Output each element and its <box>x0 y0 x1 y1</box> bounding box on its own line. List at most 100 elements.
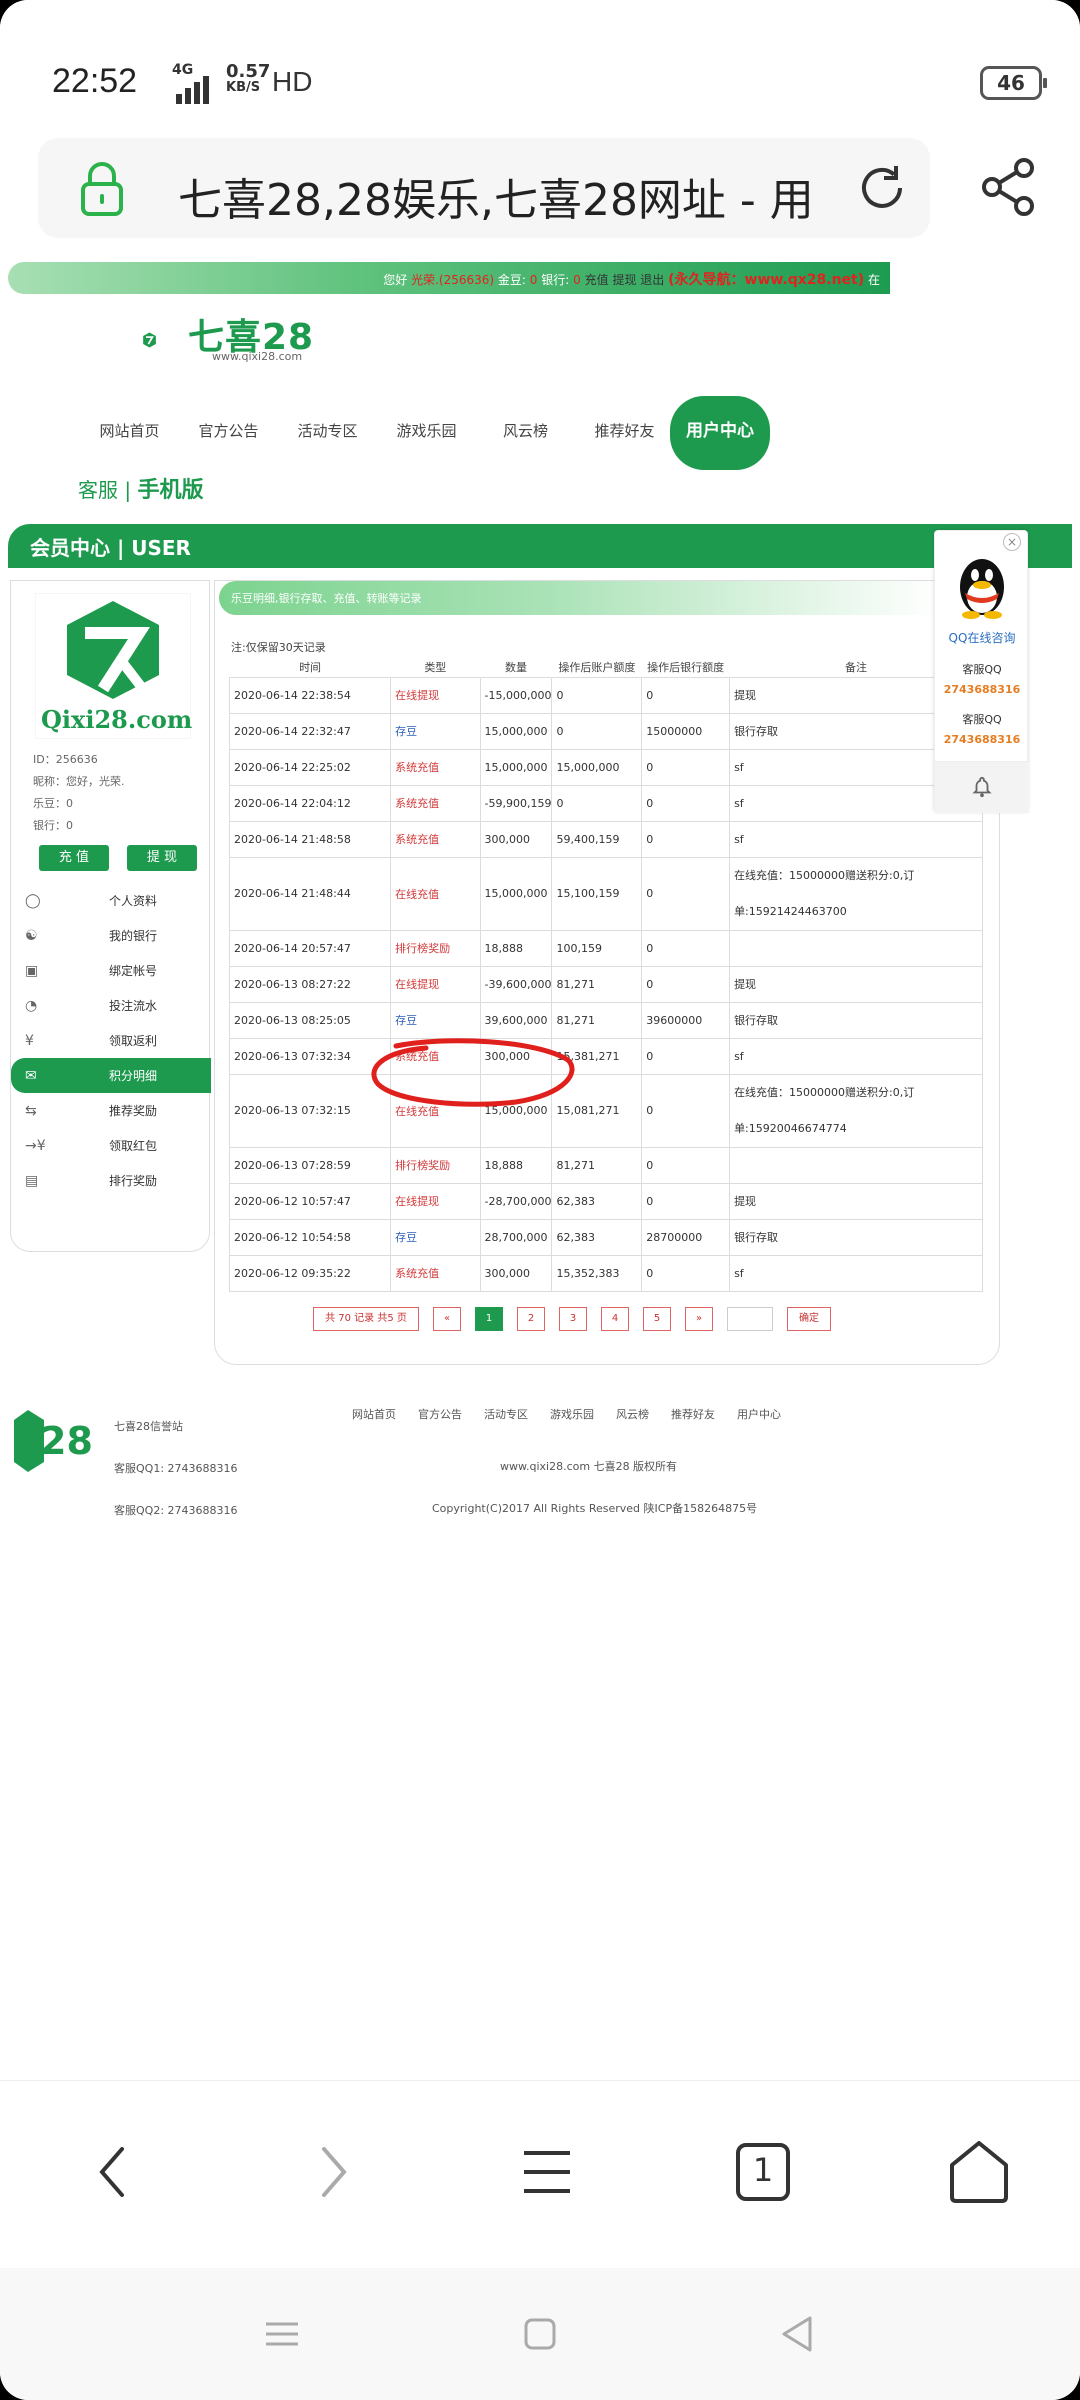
sidebar-menu: ◯ 个人资料 ☯ 我的银行 ▣ 绑定帐号 ◔ 投注流水 ¥ 领取返利 ✉ 积分明… <box>11 883 211 1198</box>
address-bar[interactable]: 七喜28,28娱乐,七喜28网址 - 用 <box>38 138 930 238</box>
pager-page-2[interactable]: 2 <box>517 1307 545 1331</box>
pager-page-5[interactable]: 5 <box>643 1307 671 1331</box>
cell-type: 系统充值 <box>390 1254 481 1292</box>
nav-activity[interactable]: 活动专区 <box>278 396 377 470</box>
home-icon[interactable] <box>944 2137 1014 2207</box>
phone-screen: 22:52 4G 0.57 KB/S HD 46 七喜28,28娱乐,七喜28网… <box>0 0 1080 2400</box>
recharge-button[interactable]: 充 值 <box>39 845 109 871</box>
reload-icon[interactable] <box>856 162 908 214</box>
top-trailing: 在 <box>867 273 880 287</box>
footer-site-name: 七喜28信誉站 <box>114 1420 183 1433</box>
cell-bank: 0 <box>641 929 731 967</box>
kefu-link[interactable]: 客服 <box>78 478 118 502</box>
cell-remark <box>729 1146 983 1184</box>
withdraw-button[interactable]: 提 现 <box>127 845 197 871</box>
cell-type: 排行榜奖励 <box>390 929 481 967</box>
footer-link-referral[interactable]: 推荐好友 <box>671 1406 715 1422</box>
chat-icon: ✉ <box>25 1068 37 1084</box>
pager-prev[interactable]: « <box>433 1307 461 1331</box>
sidebar-item-bank[interactable]: ☯ 我的银行 <box>11 918 211 953</box>
footer-link-games[interactable]: 游戏乐园 <box>550 1406 594 1422</box>
main-nav: 网站首页 官方公告 活动专区 游戏乐园 风云榜 推荐好友 用户中心 <box>80 396 770 470</box>
cell-type: 在线充值 <box>390 856 481 931</box>
close-icon[interactable]: × <box>1003 533 1021 551</box>
account-beans: 乐豆：0 <box>33 797 73 810</box>
bank-icon: ☯ <box>25 928 38 944</box>
tabs-button[interactable]: 1 <box>728 2137 798 2207</box>
cell-remark: 银行存取 <box>729 1218 983 1256</box>
share-icon[interactable] <box>980 158 1036 216</box>
rebate-icon: ¥ <box>25 1033 34 1049</box>
cell-account: 81,271 <box>551 1001 643 1039</box>
cell-bank: 28700000 <box>641 1218 731 1256</box>
page-title[interactable]: 七喜28,28娱乐,七喜28网址 - 用 <box>178 164 814 228</box>
footer-link-activity[interactable]: 活动专区 <box>484 1406 528 1422</box>
cell-bank: 0 <box>641 676 731 714</box>
logout-link[interactable]: 退出 <box>640 273 664 287</box>
cell-time: 2020-06-13 08:27:22 <box>228 965 392 1003</box>
cell-bank: 0 <box>641 748 731 786</box>
sidebar-item-betflow[interactable]: ◔ 投注流水 <box>11 988 211 1023</box>
cell-account: 0 <box>551 712 643 750</box>
recents-icon[interactable] <box>260 2312 304 2356</box>
footer-link-user-center[interactable]: 用户中心 <box>737 1406 781 1422</box>
penguin-icon[interactable] <box>953 553 1011 619</box>
col-time: 时间 <box>299 660 322 674</box>
page-jump-button[interactable]: 确定 <box>787 1307 831 1331</box>
back-icon[interactable] <box>80 2137 150 2207</box>
pager-page-1[interactable]: 1 <box>475 1307 503 1331</box>
sidebar-item-rankreward[interactable]: ▤ 排行奖励 <box>11 1163 211 1198</box>
nav-user-center[interactable]: 用户中心 <box>670 396 770 470</box>
top-username: 光荣.(256636) <box>411 273 495 287</box>
qq-number-1[interactable]: 2743688316 <box>935 683 1029 696</box>
pager-page-3[interactable]: 3 <box>559 1307 587 1331</box>
sidebar-item-referral[interactable]: ⇆ 推荐奖励 <box>11 1093 211 1128</box>
nav-rank[interactable]: 风云榜 <box>476 396 575 470</box>
col-account-balance: 操作后账户额度 <box>558 660 636 674</box>
sidebar-item-bind[interactable]: ▣ 绑定帐号 <box>11 953 211 988</box>
table-row: 2020-06-12 09:35:22 系统充值 300,000 15,352,… <box>228 1254 983 1292</box>
cell-account: 15,100,159 <box>551 856 643 931</box>
cell-account: 0 <box>551 784 643 822</box>
sidebar-item-profile[interactable]: ◯ 个人资料 <box>11 883 211 918</box>
cell-remark: 在线充值：15000000赠送积分:0,订单:15920046674774 <box>729 1073 983 1148</box>
qq-number-2[interactable]: 2743688316 <box>935 733 1029 746</box>
qq-title[interactable]: QQ在线咨询 <box>935 629 1029 646</box>
permanent-nav: (永久导航：www.qx28.net) <box>668 272 865 288</box>
status-time: 22:52 <box>52 62 138 100</box>
page-jump-input[interactable] <box>727 1307 773 1331</box>
network-speed: 0.57 KB/S <box>226 63 270 96</box>
top-user-info: 您好 光荣.(256636) 金豆: 0 银行: 0 充值 提现 退出 (永久导… <box>383 269 880 289</box>
cell-remark: sf <box>729 820 983 858</box>
col-bank-balance: 操作后银行额度 <box>647 660 725 674</box>
footer-link-rank[interactable]: 风云榜 <box>616 1406 649 1422</box>
menu-icon[interactable] <box>512 2137 582 2207</box>
system-back-icon[interactable] <box>776 2312 820 2356</box>
site-logo-icon[interactable] <box>142 312 194 368</box>
sidebar-item-redpacket[interactable]: →¥ 领取红包 <box>11 1128 211 1163</box>
qq-bell-area[interactable] <box>935 761 1029 813</box>
footer-link-home[interactable]: 网站首页 <box>352 1406 396 1422</box>
table-row: 2020-06-14 21:48:58 系统充值 300,000 59,400,… <box>228 820 983 858</box>
top-recharge-link[interactable]: 充值 <box>585 273 609 287</box>
cell-time: 2020-06-13 07:28:59 <box>228 1146 392 1184</box>
top-withdraw-link[interactable]: 提现 <box>612 273 636 287</box>
forward-icon[interactable] <box>296 2137 366 2207</box>
nav-referral[interactable]: 推荐好友 <box>575 396 674 470</box>
sidebar-item-rebate[interactable]: ¥ 领取返利 <box>11 1023 211 1058</box>
pager-next[interactable]: » <box>685 1307 713 1331</box>
cell-amount: -28,700,000 <box>479 1182 553 1220</box>
footer-link-announcement[interactable]: 官方公告 <box>418 1406 462 1422</box>
cell-time: 2020-06-12 10:54:58 <box>228 1218 392 1256</box>
cell-time: 2020-06-14 22:04:12 <box>228 784 392 822</box>
nav-announcement[interactable]: 官方公告 <box>179 396 278 470</box>
table-row: 2020-06-14 22:32:47 存豆 15,000,000 0 1500… <box>228 712 983 750</box>
nav-games[interactable]: 游戏乐园 <box>377 396 476 470</box>
pager-page-4[interactable]: 4 <box>601 1307 629 1331</box>
system-home-icon[interactable] <box>518 2312 562 2356</box>
redpacket-icon: →¥ <box>25 1138 46 1154</box>
sidebar-item-points[interactable]: ✉ 积分明细 <box>11 1058 211 1093</box>
table-row: 2020-06-14 22:38:54 在线提现 -15,000,000 0 0… <box>228 676 983 714</box>
nav-home[interactable]: 网站首页 <box>80 396 179 470</box>
mobile-link[interactable]: 手机版 <box>137 478 203 503</box>
